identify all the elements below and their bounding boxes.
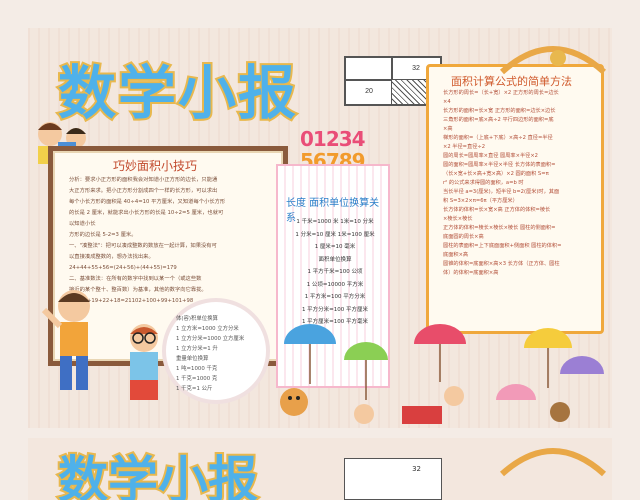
- glasses-boy-illustration: [130, 324, 158, 400]
- formulas-body: 长方形的周长=（长+宽）×2 正方形的周长=边长 ×4 长方形的面积=长×宽 正…: [443, 89, 597, 278]
- diagram-label-bottom: 20: [345, 79, 393, 105]
- formula-line: ×高: [443, 126, 453, 132]
- formula-line: 梯形的面积=（上底+下底）×高÷2 直径=半径: [443, 135, 553, 141]
- weight-units-cloud: 体(容)积单位换算 1 立方米=1000 立方分米 1 立方分米=1000 立方…: [166, 302, 266, 400]
- preview-diagram: 32: [344, 458, 442, 500]
- preview-diagram-label: 32: [412, 465, 421, 473]
- formulas-panel: 面积计算公式的简单方法 长方形的周长=（长+宽）×2 正方形的周长=边长 ×4 …: [426, 64, 604, 334]
- units-line: 1 公顷=10000 平方米: [306, 281, 364, 288]
- cloud-line: 1 千克=1 公斤: [176, 386, 213, 392]
- formula-line: 圆锥的体积=底面积×高×3 长方体（正方体、圆柱: [443, 261, 560, 267]
- tips-line: 一、"凑整法"：把可以凑成整数的数放在一起计算，如果没有可: [69, 243, 217, 249]
- tips-line: 分析：要求小正方形的面积我会对知道小正方形的边长，只能通: [69, 177, 218, 183]
- arc-decoration: [499, 46, 607, 75]
- formula-line: 正方体的体积=棱长×棱长×棱长 圆柱的侧面积=: [443, 225, 556, 231]
- formula-line: 长方体的体积=长×宽×高 正方体的体积=棱长: [443, 207, 551, 213]
- preview-arc-decoration: [499, 448, 607, 477]
- formula-line: r² 的公式来求得圆的面积，a=b 时: [443, 180, 524, 186]
- formula-line: （长×宽+长×高+宽×高）×2 圆的面积 S=π: [443, 171, 549, 177]
- poster-page: 数学小报 32 20 巧妙面积小技巧 分析：要求小正方形的面积我会对知道小正方形…: [28, 28, 612, 428]
- formula-line: 体）的体积=底面积×高: [443, 270, 499, 276]
- tips-line: 以知道小长: [69, 221, 96, 227]
- cloud-line: 1 立方米=1000 立方分米: [176, 326, 239, 332]
- units-line: 1 千米=1000 米 1米=10 分米: [296, 219, 374, 225]
- digits-row-1: 01234: [300, 127, 366, 151]
- formula-line: 当长半径 a=3(厘米)，短半径 b=2(厘米)时，其面: [443, 189, 560, 195]
- tips-line: 每个小长方形的面积是 40÷4=10 平方厘米，又知道每个小长方形: [69, 199, 226, 205]
- formula-line: 长方形的面积=长×宽 正方形的面积=边长×边长: [443, 108, 556, 114]
- units-line: 1 平方千米=100 公顷: [307, 269, 363, 275]
- formula-line: 圆的面积=圆周率×半径×半径 长方体的表面积=: [443, 162, 556, 168]
- tips-line: 以直接凑成整数的，想办法找出来。: [69, 254, 154, 260]
- units-line: 1 厘米=10 毫米: [314, 244, 356, 250]
- umbrellas-illustration: [280, 324, 604, 424]
- cloud-line: 1 千克=1000 克: [176, 376, 218, 382]
- poster-preview-strip: 数学小报 32: [28, 438, 612, 500]
- formula-line: 圆柱的表面积=上下底面面积+侧面积 圆柱的体积=: [443, 243, 562, 249]
- cloud-line: 1 立方分米=1 升: [176, 346, 218, 352]
- cloud-line: 重量单位换算: [176, 356, 209, 362]
- cloud-line: 1 立方分米=1000 立方厘米: [176, 336, 245, 342]
- formula-line: ×4: [443, 99, 451, 105]
- cloud-list: 体(容)积单位换算 1 立方米=1000 立方分米 1 立方分米=1000 立方…: [176, 314, 258, 394]
- boy-illustration: [41, 290, 90, 390]
- formula-line: 长方形的周长=（长+宽）×2 正方形的周长=边长: [443, 90, 559, 96]
- preview-title: 数学小报: [56, 449, 260, 500]
- formula-line: 积 S=3×2×π=6π（平方厘米）: [443, 198, 518, 204]
- units-line: 1 分米=10 厘米 1米=100 厘米: [295, 231, 375, 238]
- units-line: 面积单位换算: [318, 256, 352, 263]
- units-line: 1 平方米=100 平方分米: [304, 294, 366, 300]
- tips-line: 大正方形来求。把小正方形分割成四个一样的长方形，可以求出: [69, 188, 218, 194]
- tips-line: 方形的边长是 5-2=3 厘米。: [69, 232, 137, 238]
- formula-line: ×2 半径=直径÷2: [443, 144, 486, 150]
- formula-line: 圆的周长=圆周率×直径 圆周率×半径×2: [443, 153, 538, 159]
- tips-line: 24+44+55+56=(24+56)+(44+55)=179: [69, 265, 177, 271]
- formula-line: ×棱长×棱长: [443, 216, 473, 222]
- tips-heading: 巧妙面积小技巧: [113, 159, 198, 173]
- formula-line: 底面圆的周长×高: [443, 234, 484, 240]
- diagram-cell: [345, 57, 393, 81]
- formula-line: 底面积×高: [443, 252, 469, 258]
- cloud-line: 体(容)积单位换算: [176, 316, 218, 322]
- cloud-line: 1 吨=1000 千克: [176, 366, 218, 372]
- tips-line: 的长是 2 厘米，就能求出小长方形的长是 10÷2=5 厘米，也就可: [69, 210, 224, 216]
- formula-line: 三角形的面积=底×高÷2 平行四边形的面积=底: [443, 117, 554, 123]
